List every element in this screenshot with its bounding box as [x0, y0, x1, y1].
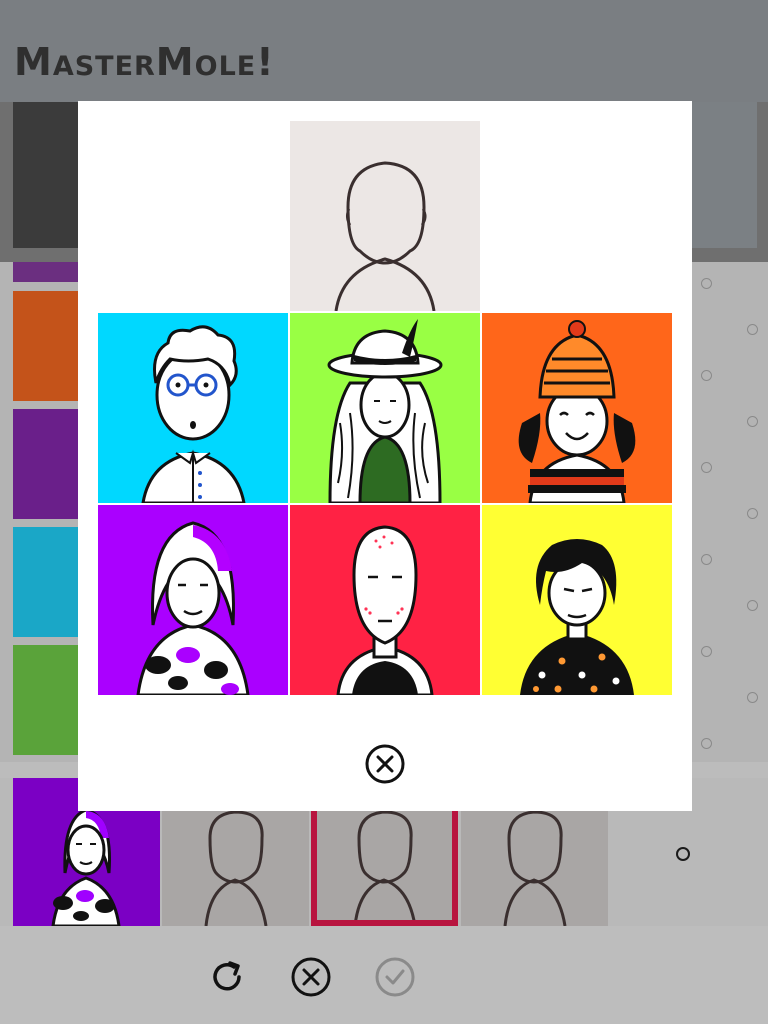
close-dialog-button[interactable] [364, 743, 406, 785]
purple-streak-hair-woman-avatar [98, 505, 288, 695]
avatar-option-purple-streak-hair-woman[interactable] [98, 505, 288, 695]
avatar-picker-dialog [78, 101, 692, 811]
white-hat-long-hair-woman-avatar [290, 313, 480, 503]
blank-avatar-option[interactable] [290, 121, 480, 311]
bald-man-avatar [290, 505, 480, 695]
blank-avatar-icon [334, 161, 436, 311]
avatar-option-white-hat-long-hair-woman[interactable] [290, 313, 480, 503]
curly-hair-glasses-man-avatar [98, 313, 288, 503]
avatar-option-beanie-smiling-woman[interactable] [482, 313, 672, 503]
modal-overlay [0, 0, 768, 1024]
avatar-option-bald-man[interactable] [290, 505, 480, 695]
avatar-option-curly-hair-glasses-man[interactable] [98, 313, 288, 503]
close-circle-icon [365, 744, 405, 784]
bob-hair-polka-woman-avatar [482, 505, 672, 695]
avatar-option-bob-hair-polka-woman[interactable] [482, 505, 672, 695]
beanie-smiling-woman-avatar [482, 313, 672, 503]
